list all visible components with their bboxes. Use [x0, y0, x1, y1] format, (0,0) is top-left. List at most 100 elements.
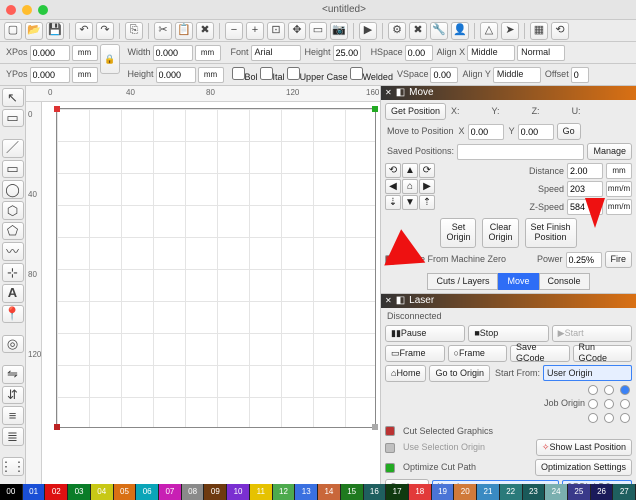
font-height-input[interactable] [333, 45, 361, 61]
jog-left-icon[interactable]: ◀ [385, 179, 401, 194]
delete-icon[interactable]: ✖ [196, 22, 214, 40]
go-to-origin-button[interactable]: Go to Origin [429, 365, 490, 382]
paste-icon[interactable]: 📋 [175, 22, 193, 40]
shape-tool-icon[interactable]: ⬠ [2, 222, 24, 241]
move-y-input[interactable] [518, 124, 554, 140]
offset-tool-icon[interactable]: ◎ [2, 335, 24, 354]
home-button[interactable]: ⌂ Home [385, 365, 426, 382]
vspace-input[interactable] [430, 67, 458, 83]
grid-icon[interactable]: ▦ [530, 22, 548, 40]
layer-color-01[interactable]: 01 [23, 484, 46, 500]
layer-color-26[interactable]: 26 [591, 484, 614, 500]
saved-positions-select[interactable] [457, 144, 584, 160]
use-selection-check[interactable] [385, 443, 395, 453]
layer-color-14[interactable]: 14 [318, 484, 341, 500]
preview-icon[interactable]: ▶ [359, 22, 377, 40]
jog-home-icon[interactable]: ⌂ [402, 179, 418, 194]
marquee-tool-icon[interactable]: ▭ [2, 109, 24, 128]
align2-icon[interactable]: ≣ [2, 427, 24, 446]
redo-icon[interactable]: ↷ [96, 22, 114, 40]
tab-console[interactable]: Console [539, 273, 590, 290]
frame-rubber-button[interactable]: ○ Frame [448, 345, 508, 362]
layer-color-06[interactable]: 06 [136, 484, 159, 500]
speed-input[interactable] [567, 181, 603, 197]
alignx-select[interactable]: Middle [467, 45, 515, 61]
power-input[interactable] [566, 252, 602, 268]
fire-button[interactable]: Fire [605, 251, 633, 268]
vmirror-icon[interactable]: ⇵ [2, 386, 24, 405]
layer-color-16[interactable]: 16 [364, 484, 387, 500]
window-minimize-icon[interactable] [22, 5, 32, 15]
layer-color-21[interactable]: 21 [477, 484, 500, 500]
layer-color-15[interactable]: 15 [341, 484, 364, 500]
width-unit[interactable]: mm [195, 45, 221, 61]
offset-input[interactable] [571, 67, 589, 83]
pause-button[interactable]: ▮▮ Pause [385, 325, 465, 342]
layer-color-08[interactable]: 08 [182, 484, 205, 500]
zoom-in-icon[interactable]: + [246, 22, 264, 40]
rect-tool-icon[interactable]: ▭ [2, 160, 24, 179]
tab-cuts-layers[interactable]: Cuts / Layers [427, 273, 498, 290]
polygon-tool-icon[interactable]: ⬡ [2, 201, 24, 220]
select-tool-icon[interactable]: ↖ [2, 88, 24, 107]
tools-icon[interactable]: ✖ [409, 22, 427, 40]
zoom-frame-icon[interactable]: ▭ [309, 22, 327, 40]
layer-color-19[interactable]: 19 [432, 484, 455, 500]
layer-color-04[interactable]: 04 [91, 484, 114, 500]
handle-tl[interactable] [54, 106, 60, 112]
start-button[interactable]: ▶ Start [552, 325, 632, 342]
save-icon[interactable]: 💾 [46, 22, 64, 40]
jog-nw-icon[interactable]: ⟲ [385, 163, 401, 178]
layer-color-25[interactable]: 25 [568, 484, 591, 500]
unit-mm[interactable]: mm [72, 45, 98, 61]
origin-bl[interactable] [588, 413, 598, 423]
style-select[interactable]: Normal [517, 45, 565, 61]
import-icon[interactable]: ⎘ [125, 22, 143, 40]
clear-origin-button[interactable]: ClearOrigin [482, 218, 518, 248]
layer-color-13[interactable]: 13 [295, 484, 318, 500]
set-origin-button[interactable]: SetOrigin [440, 218, 476, 248]
layer-color-27[interactable]: 27 [613, 484, 636, 500]
layer-color-24[interactable]: 24 [545, 484, 568, 500]
origin-tl[interactable] [588, 385, 598, 395]
text-tool-icon[interactable]: A [2, 284, 24, 303]
go-button[interactable]: Go [557, 123, 581, 140]
origin-tm[interactable] [604, 385, 614, 395]
pan-icon[interactable]: ✥ [288, 22, 306, 40]
grid-array-icon[interactable]: ⋮⋮ [2, 457, 24, 476]
tab-move[interactable]: Move [498, 273, 538, 290]
wrench-icon[interactable]: 🔧 [430, 22, 448, 40]
manage-button[interactable]: Manage [587, 143, 632, 160]
italic-toggle[interactable]: Ital [260, 67, 285, 83]
layer-color-02[interactable]: 02 [45, 484, 68, 500]
layer-color-07[interactable]: 07 [159, 484, 182, 500]
new-icon[interactable]: ▢ [4, 22, 22, 40]
jog-ne-icon[interactable]: ⟳ [419, 163, 435, 178]
save-gcode-button[interactable]: Save GCode [510, 345, 570, 362]
get-position-button[interactable]: Get Position [385, 103, 446, 120]
settings-icon[interactable]: ⚙ [388, 22, 406, 40]
align-icon[interactable]: △ [480, 22, 498, 40]
set-finish-button[interactable]: Set FinishPosition [525, 218, 577, 248]
window-close-icon[interactable] [6, 5, 16, 15]
layer-color-12[interactable]: 12 [273, 484, 296, 500]
handle-bl[interactable] [54, 424, 60, 430]
lock-aspect-icon[interactable]: 🔒 [100, 44, 120, 74]
user-icon[interactable]: 👤 [451, 22, 469, 40]
layer-color-10[interactable]: 10 [227, 484, 250, 500]
width-input[interactable] [153, 45, 193, 61]
optimize-cut-check[interactable] [385, 463, 395, 473]
line-tool-icon[interactable]: ／ [2, 139, 24, 158]
origin-mm[interactable] [604, 399, 614, 409]
layer-color-18[interactable]: 18 [409, 484, 432, 500]
origin-bm[interactable] [604, 413, 614, 423]
cut-selected-check[interactable] [385, 426, 395, 436]
undo-icon[interactable]: ↶ [75, 22, 93, 40]
layer-color-20[interactable]: 20 [454, 484, 477, 500]
distance-input[interactable] [567, 163, 603, 179]
layer-color-05[interactable]: 05 [114, 484, 137, 500]
jog-down-icon[interactable]: ▼ [402, 195, 418, 210]
jog-up-icon[interactable]: ▲ [402, 163, 418, 178]
font-select[interactable]: Arial [251, 45, 301, 61]
start-from-select[interactable]: User Origin [543, 365, 632, 381]
